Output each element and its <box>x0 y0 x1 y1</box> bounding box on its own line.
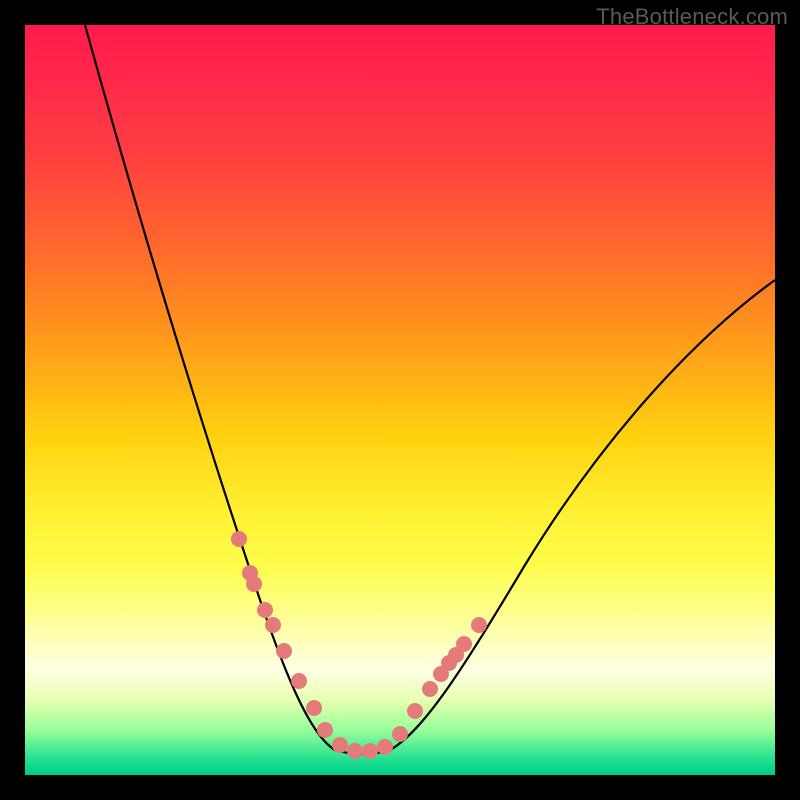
data-point <box>362 743 378 759</box>
data-point <box>276 643 292 659</box>
data-point <box>347 743 363 759</box>
data-points-group <box>231 531 487 759</box>
data-point <box>291 673 307 689</box>
data-point <box>246 576 262 592</box>
data-point <box>456 636 472 652</box>
data-point <box>422 681 438 697</box>
watermark-text: TheBottleneck.com <box>596 4 788 30</box>
data-point <box>471 617 487 633</box>
chart-svg <box>25 25 775 775</box>
data-point <box>257 602 273 618</box>
bottleneck-curve-line <box>85 25 775 754</box>
data-point <box>317 722 333 738</box>
data-point <box>407 703 423 719</box>
data-point <box>306 700 322 716</box>
chart-frame <box>25 25 775 775</box>
data-point <box>231 531 247 547</box>
data-point <box>332 737 348 753</box>
data-point <box>265 617 281 633</box>
data-point <box>392 726 408 742</box>
data-point <box>377 739 393 755</box>
